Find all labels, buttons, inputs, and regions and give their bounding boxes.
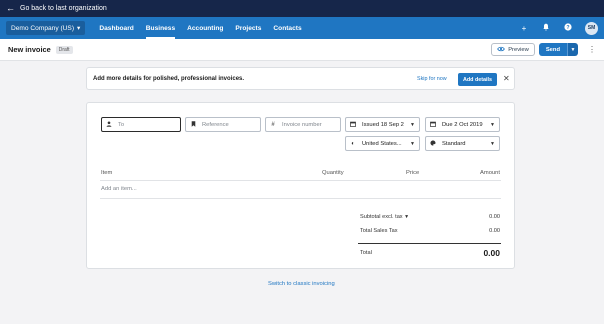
back-to-org-label: Go back to last organization — [20, 5, 107, 12]
nav-link-projects[interactable]: Projects — [229, 17, 267, 39]
total-label: Total — [360, 250, 372, 256]
plus-icon[interactable]: + — [519, 24, 529, 33]
send-button[interactable]: Send — [538, 43, 567, 56]
subtotal-label[interactable]: Subtotal excl. tax ▼ — [360, 214, 409, 220]
reference-field[interactable]: Reference — [185, 117, 261, 132]
details-banner: Add more details for polished, professio… — [86, 67, 515, 90]
hash-icon: # — [271, 121, 275, 128]
add-details-button[interactable]: Add details — [458, 73, 498, 86]
back-arrow-icon: ← — [6, 3, 15, 13]
page-title: New invoice — [8, 45, 51, 54]
due-date-field[interactable]: Due 2 Oct 2019 ▼ — [425, 117, 500, 132]
org-switcher[interactable]: Demo Company (US) ▾ — [6, 21, 86, 35]
header-actions: Preview Send ▼ ⋮ — [491, 43, 596, 56]
back-to-org-bar[interactable]: ← Go back to last organization — [0, 0, 604, 17]
subtotal-label-text: Subtotal excl. tax — [360, 214, 403, 220]
calendar-icon — [430, 121, 436, 129]
divider — [100, 180, 501, 181]
due-date-value: Due 2 Oct 2019 — [442, 121, 483, 128]
send-options-chevron-down-icon[interactable]: ▼ — [567, 43, 578, 56]
currency-select[interactable]: ◐ United States... ▼ — [345, 136, 420, 151]
subtotal-value: 0.00 — [489, 214, 500, 220]
chevron-down-icon: ▾ — [77, 25, 81, 32]
add-item-input[interactable]: Add an item... — [101, 186, 137, 192]
bookmark-icon — [190, 120, 196, 129]
preview-button[interactable]: Preview — [491, 43, 535, 56]
palette-icon — [430, 139, 436, 148]
bell-icon[interactable] — [541, 23, 551, 33]
eye-icon — [497, 46, 505, 54]
preview-label: Preview — [508, 46, 529, 53]
issued-date-field[interactable]: Issued 18 Sep 2 ▼ — [345, 117, 420, 132]
avatar[interactable]: SM — [585, 21, 598, 35]
banner-message: Add more details for polished, professio… — [93, 75, 245, 82]
chevron-down-icon: ▼ — [404, 214, 410, 220]
calendar-icon — [350, 121, 356, 129]
main-nav: Demo Company (US) ▾ Dashboard Business A… — [0, 17, 604, 39]
svg-text:?: ? — [566, 25, 569, 31]
to-placeholder: To — [118, 121, 125, 128]
switch-to-classic-link[interactable]: Switch to classic invoicing — [268, 281, 335, 287]
tax-label: Total Sales Tax — [360, 228, 398, 234]
send-button-group: Send ▼ — [538, 43, 578, 56]
nav-link-contacts[interactable]: Contacts — [267, 17, 307, 39]
column-header-quantity: Quantity — [322, 170, 344, 176]
divider — [100, 198, 501, 199]
invoice-number-placeholder: Invoice number — [282, 121, 322, 128]
currency-icon: ◐ — [351, 140, 355, 147]
nav-link-dashboard[interactable]: Dashboard — [93, 17, 139, 39]
chevron-down-icon: ▼ — [410, 140, 415, 147]
total-divider — [358, 243, 501, 244]
column-header-item: Item — [101, 170, 113, 176]
status-badge: Draft — [55, 45, 73, 54]
invoice-number-field[interactable]: # Invoice number — [265, 117, 341, 132]
help-icon[interactable]: ? — [563, 23, 573, 33]
tax-value: 0.00 — [489, 228, 500, 234]
close-icon[interactable]: ✕ — [503, 74, 510, 83]
nav-link-accounting[interactable]: Accounting — [181, 17, 229, 39]
theme-value: Standard — [442, 140, 466, 147]
chevron-down-icon: ▼ — [490, 121, 495, 128]
more-options-icon[interactable]: ⋮ — [588, 45, 596, 54]
column-header-amount: Amount — [480, 170, 500, 176]
nav-link-business[interactable]: Business — [140, 17, 181, 39]
nav-links: Dashboard Business Accounting Projects C… — [93, 17, 307, 39]
column-header-price: Price — [406, 170, 420, 176]
chevron-down-icon: ▼ — [490, 140, 495, 147]
skip-for-now-link[interactable]: Skip for now — [417, 76, 447, 82]
theme-select[interactable]: Standard ▼ — [425, 136, 500, 151]
currency-value: United States... — [362, 140, 402, 147]
reference-placeholder: Reference — [202, 121, 229, 128]
issued-date-value: Issued 18 Sep 2 — [362, 121, 404, 128]
chevron-down-icon: ▼ — [410, 121, 415, 128]
page-header: New invoice Draft Preview Send ▼ ⋮ — [0, 39, 604, 61]
person-icon — [106, 120, 112, 129]
org-name: Demo Company (US) — [11, 24, 75, 32]
total-value: 0.00 — [483, 248, 500, 258]
nav-actions: + ? SM — [519, 17, 598, 39]
to-field[interactable]: To — [101, 117, 181, 132]
